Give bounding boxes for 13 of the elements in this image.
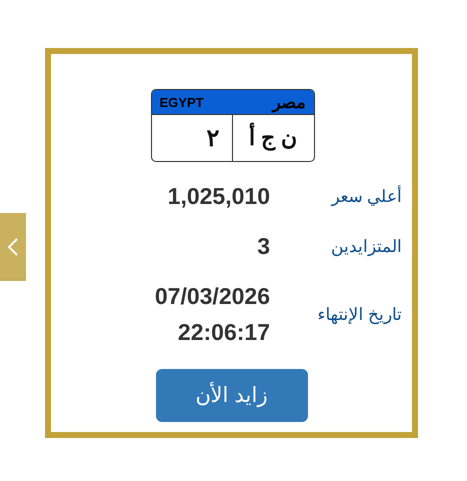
previous-button[interactable]	[0, 213, 26, 281]
plate-letters: ن ج أ	[232, 115, 314, 161]
bid-now-button[interactable]: زايد الأن	[156, 369, 308, 422]
chevron-left-icon	[8, 237, 18, 257]
plate-country-latin: EGYPT	[160, 94, 204, 110]
detail-value: 1,025,010	[166, 182, 270, 211]
detail-label: المتزايدين	[330, 236, 402, 256]
plate-country-arabic: مصر	[272, 92, 306, 112]
detail-value: 07/03/2026 22:06:17	[154, 282, 270, 347]
plate-number: ٢	[152, 115, 232, 161]
detail-label: تاريخ الإنتهاء	[316, 304, 402, 324]
detail-label: أعلي سعر	[330, 186, 402, 206]
detail-value: 3	[256, 232, 270, 261]
